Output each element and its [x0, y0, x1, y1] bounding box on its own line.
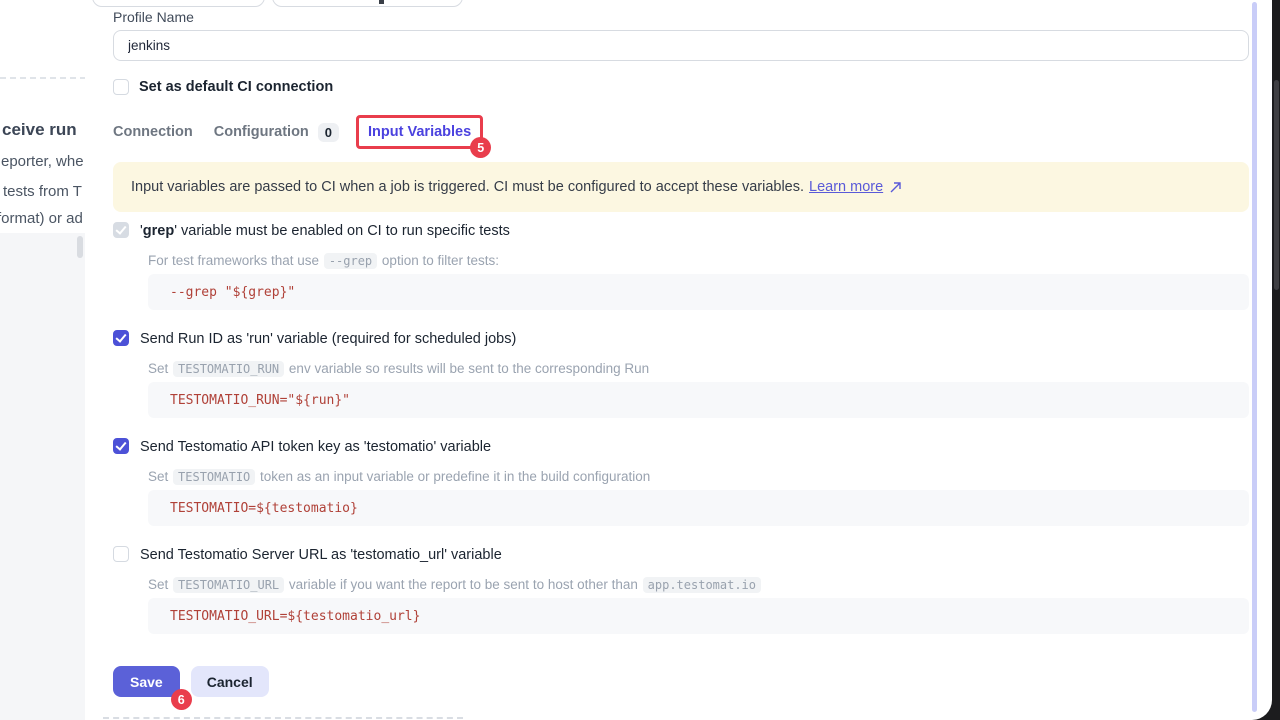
variable-description: Set TESTOMATIO_URL variable if you want … [148, 575, 1249, 595]
page-scrollbar-thumb[interactable] [1274, 80, 1279, 290]
variable-section: Send Run ID as 'run' variable (required … [113, 330, 1249, 418]
variable-code-block: TESTOMATIO=${testomatio} [148, 490, 1249, 526]
variable-checkbox[interactable] [113, 546, 129, 562]
tab-input-variables[interactable]: Input Variables [368, 124, 471, 140]
cutoff-input-left[interactable] [92, 0, 265, 7]
save-button[interactable]: Save 6 [113, 666, 180, 697]
background-gray-area [0, 233, 92, 720]
background-heading-fragment: ceive run [2, 120, 77, 140]
learn-more-link[interactable]: Learn more [809, 179, 883, 195]
cutoff-input-content [379, 0, 384, 4]
variable-code: TESTOMATIO_URL=${testomatio_url} [170, 609, 420, 624]
variable-description: Set TESTOMATIO_RUN env variable so resul… [148, 359, 1249, 379]
variable-checkbox [113, 222, 129, 238]
variable-code: TESTOMATIO_RUN="${run}" [170, 393, 350, 408]
variable-code: TESTOMATIO=${testomatio} [170, 501, 358, 516]
profile-name-input[interactable] [113, 30, 1249, 61]
variable-label: Send Testomatio API token key as 'testom… [140, 438, 491, 456]
default-ci-checkbox[interactable] [113, 79, 129, 95]
background-page-column: ceive run eporter, whe tests from T form… [0, 0, 92, 720]
profile-name-label: Profile Name [113, 9, 194, 25]
background-text-fragment: tests from T [3, 183, 82, 200]
variable-section: 'grep' variable must be enabled on CI to… [113, 222, 1249, 310]
variable-code-block: --grep "${grep}" [148, 274, 1249, 310]
configuration-count-badge: 0 [318, 123, 339, 142]
default-ci-label: Set as default CI connection [139, 79, 333, 95]
info-banner-text: Input variables are passed to CI when a … [131, 179, 804, 195]
variable-checkbox[interactable] [113, 438, 129, 454]
variable-label: Send Run ID as 'run' variable (required … [140, 330, 516, 348]
variable-section: Send Testomatio API token key as 'testom… [113, 438, 1249, 526]
variable-label-row: Send Testomatio API token key as 'testom… [113, 438, 1249, 456]
left-scrollbar-thumb[interactable] [77, 236, 83, 258]
annotation-step-badge: 6 [171, 689, 192, 710]
variable-code: --grep "${grep}" [170, 285, 295, 300]
annotation-box: Input Variables 5 [356, 115, 483, 149]
external-link-icon [889, 181, 902, 194]
save-button-label: Save [130, 674, 163, 690]
background-text-fragment: eporter, whe [1, 153, 84, 170]
info-banner: Input variables are passed to CI when a … [113, 162, 1249, 212]
tab-configuration[interactable]: Configuration [214, 124, 309, 140]
variable-code-block: TESTOMATIO_RUN="${run}" [148, 382, 1249, 418]
variable-label: Send Testomatio Server URL as 'testomati… [140, 546, 502, 564]
dashed-divider [0, 77, 86, 79]
ci-settings-panel: Profile Name Set as default CI connectio… [85, 0, 1272, 720]
tab-connection[interactable]: Connection [113, 124, 193, 140]
tab-bar: Connection Configuration 0 Input Variabl… [113, 114, 483, 150]
background-text-fragment: format) or ad [0, 210, 83, 227]
default-ci-row[interactable]: Set as default CI connection [113, 79, 333, 95]
variable-label: 'grep' variable must be enabled on CI to… [140, 222, 510, 240]
form-actions: Save 6 Cancel [113, 666, 269, 697]
main-scrollbar-thumb[interactable] [1252, 2, 1257, 712]
variable-label-row: Send Run ID as 'run' variable (required … [113, 330, 1249, 348]
variable-description: Set TESTOMATIO token as an input variabl… [148, 467, 1249, 487]
variable-section: Send Testomatio Server URL as 'testomati… [113, 546, 1249, 634]
variable-description: For test frameworks that use --grep opti… [148, 251, 1249, 271]
variable-checkbox[interactable] [113, 330, 129, 346]
variables-sections: 'grep' variable must be enabled on CI to… [113, 222, 1249, 654]
variable-code-block: TESTOMATIO_URL=${testomatio_url} [148, 598, 1249, 634]
cutoff-input-right[interactable] [272, 0, 463, 7]
variable-label-row: 'grep' variable must be enabled on CI to… [113, 222, 1249, 240]
bottom-dashed-border [103, 717, 463, 719]
cancel-button[interactable]: Cancel [191, 666, 269, 697]
variable-label-row: Send Testomatio Server URL as 'testomati… [113, 546, 1249, 564]
annotation-step-badge: 5 [470, 137, 491, 158]
